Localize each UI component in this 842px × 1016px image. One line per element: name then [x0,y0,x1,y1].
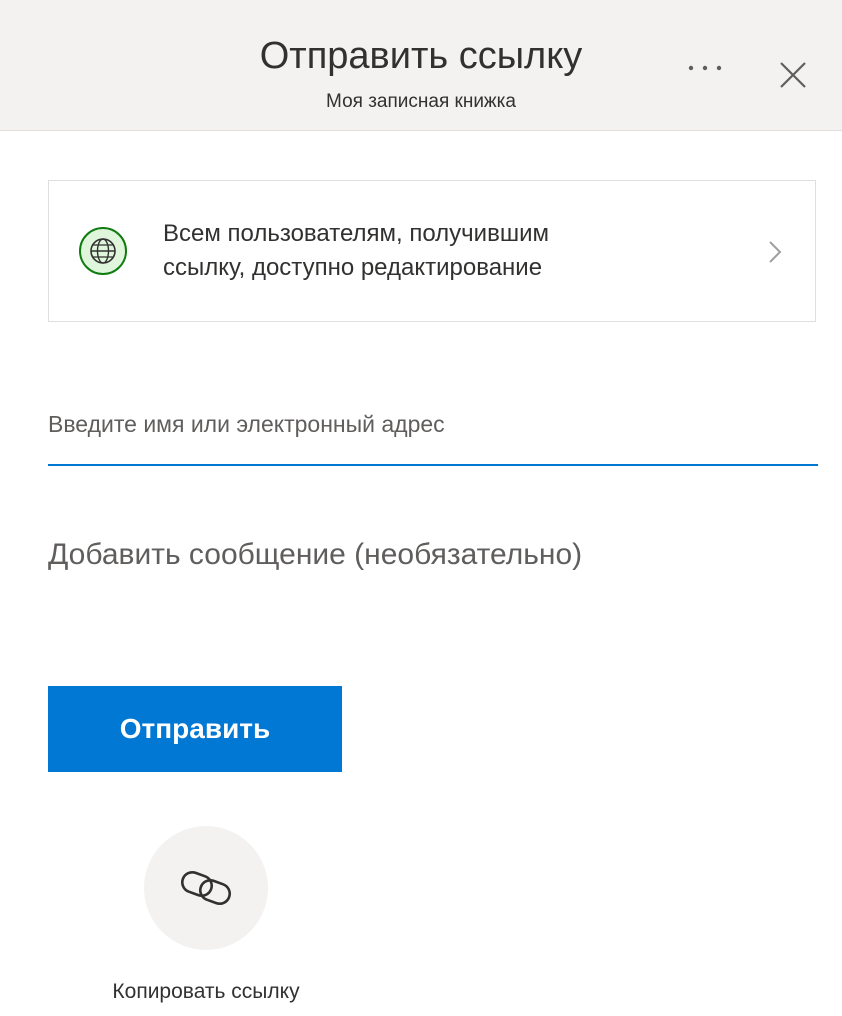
copy-link-circle [144,826,268,950]
send-button[interactable]: Отправить [48,686,342,772]
dialog-title: Отправить ссылку [259,35,583,77]
more-horizontal-icon [688,65,722,71]
message-input[interactable] [48,525,818,585]
more-options-button[interactable] [680,48,730,88]
copy-link-label: Копировать ссылку [112,980,300,1003]
share-dialog: Отправить ссылку Моя записная книжка Все… [0,0,842,1016]
dialog-subtitle: Моя записная книжка [326,91,516,112]
copy-link-button[interactable]: Копировать ссылку [60,826,350,1016]
link-icon [181,870,231,906]
recipient-input[interactable] [48,400,818,466]
link-settings-button[interactable]: Всем пользователям, получившим ссылку, д… [48,180,816,322]
close-button[interactable] [768,50,818,100]
permission-line-2: ссылку, доступно редактирование [163,254,543,281]
dialog-header: Отправить ссылку Моя записная книжка [0,0,842,131]
link-permission-text: Всем пользователям, получившим ссылку, д… [163,217,703,285]
close-icon [780,62,806,88]
chevron-right-icon [769,241,782,263]
globe-icon [79,227,127,275]
permission-line-1: Всем пользователям, получившим [163,220,549,247]
